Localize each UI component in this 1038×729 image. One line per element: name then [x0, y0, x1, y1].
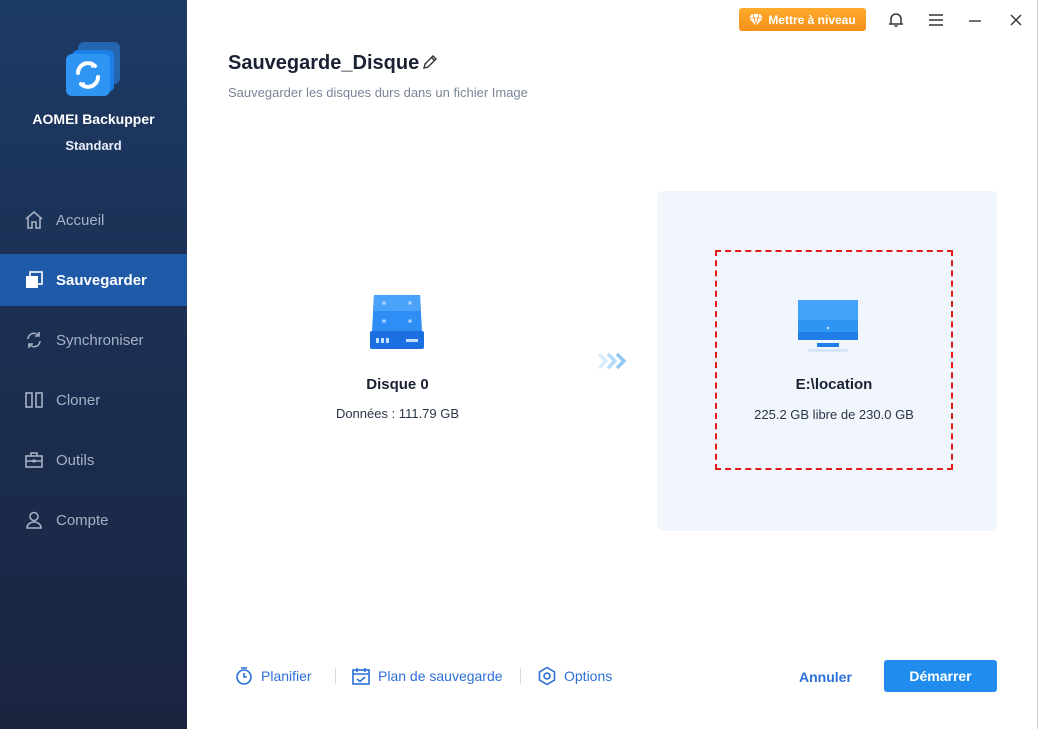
source-disk-name: Disque 0	[366, 376, 429, 393]
page-title: Sauvegarde_Disque	[228, 52, 420, 74]
notification-bell-icon[interactable]	[886, 10, 906, 30]
cancel-button[interactable]: Annuler	[799, 669, 852, 685]
destination-info: 225.2 GB libre de 230.0 GB	[754, 407, 914, 422]
sidebar-item-label: Synchroniser	[56, 331, 144, 349]
footer-divider	[520, 668, 521, 684]
monitor-icon	[798, 300, 858, 352]
sidebar-item-synchroniser[interactable]: Synchroniser	[0, 314, 187, 366]
sidebar-item-label: Cloner	[56, 391, 101, 409]
sidebar-item-label: Outils	[56, 451, 95, 469]
schedule-button[interactable]: Planifier	[234, 664, 312, 688]
app-name: AOMEI Backupper	[32, 111, 155, 127]
user-icon	[24, 510, 44, 530]
source-disk-selector[interactable]: Disque 0 Données : 111.79 GB	[290, 285, 505, 435]
source-disk-info: Données : 111.79 GB	[335, 406, 460, 421]
sidebar-item-compte[interactable]: Compte	[0, 494, 187, 546]
sidebar-item-label: Sauvegarder	[56, 271, 147, 289]
hard-disk-icon	[370, 295, 424, 349]
sidebar-item-outils[interactable]: Outils	[0, 434, 187, 486]
backup-scheme-button[interactable]: Plan de sauvegarde	[351, 664, 503, 688]
page-subtitle: Sauvegarder les disques durs dans un fic…	[228, 85, 528, 100]
close-icon[interactable]	[1006, 10, 1026, 30]
settings-gear-icon	[538, 666, 556, 686]
start-button[interactable]: Démarrer	[884, 660, 997, 692]
minimize-icon[interactable]	[965, 10, 985, 30]
sync-icon	[24, 330, 44, 350]
menu-icon[interactable]	[926, 10, 946, 30]
options-button[interactable]: Options	[537, 664, 612, 688]
upgrade-button[interactable]: Mettre à niveau	[739, 8, 866, 31]
upgrade-label: Mettre à niveau	[768, 12, 856, 27]
destination-name: E:\location	[795, 376, 873, 393]
edit-pencil-icon[interactable]	[421, 53, 439, 71]
schedule-label: Planifier	[261, 668, 312, 684]
sidebar: AOMEI Backupper Standard Accueil Sauvega…	[0, 0, 187, 729]
sidebar-item-label: Compte	[56, 511, 109, 529]
timer-icon	[236, 667, 252, 685]
footer-divider	[335, 668, 336, 684]
options-label: Options	[564, 668, 613, 684]
direction-arrows-icon	[597, 352, 627, 370]
clone-icon	[24, 390, 44, 410]
backup-scheme-label: Plan de sauvegarde	[378, 668, 503, 684]
brand: AOMEI Backupper Standard	[0, 0, 187, 170]
diamond-icon	[749, 13, 764, 26]
aomei-logo-icon	[66, 42, 120, 96]
sidebar-item-accueil[interactable]: Accueil	[0, 194, 187, 246]
sidebar-item-sauvegarder[interactable]: Sauvegarder	[0, 254, 187, 306]
app-edition: Standard	[65, 138, 122, 153]
toolbox-icon	[24, 450, 44, 470]
sidebar-item-label: Accueil	[56, 211, 105, 229]
sidebar-item-cloner[interactable]: Cloner	[0, 374, 187, 426]
backup-icon	[24, 270, 44, 290]
calendar-icon	[352, 668, 370, 685]
home-icon	[24, 210, 44, 230]
destination-selector[interactable]: E:\location 225.2 GB libre de 230.0 GB	[715, 250, 953, 470]
